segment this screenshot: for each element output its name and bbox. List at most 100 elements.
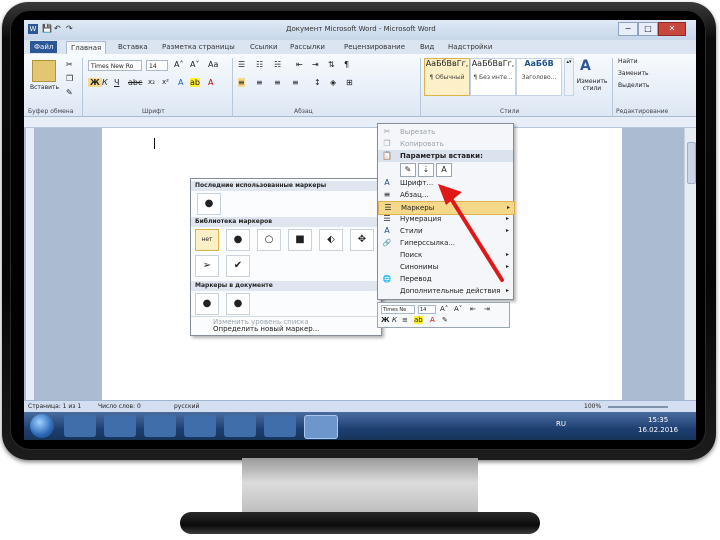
close-button[interactable]: ✕ [658,22,686,36]
undo-icon[interactable]: ↶ [54,24,61,33]
copy-icon[interactable]: ❐ [66,74,73,83]
strikethrough-icon[interactable]: abc [128,78,142,87]
find-button[interactable]: Найти [618,58,637,65]
multilevel-list-icon[interactable]: ☵ [274,60,281,69]
tab-references[interactable]: Ссылки [246,41,282,53]
bold-icon[interactable]: Ж [88,78,102,87]
mini-indent-icon[interactable]: ⇤ [470,305,476,313]
clock-time[interactable]: 15:35 [648,416,668,424]
decrease-indent-icon[interactable]: ⇤ [296,60,303,69]
tab-mailings[interactable]: Рассылки [286,41,329,53]
format-painter-icon[interactable]: ✎ [66,88,73,97]
menu-item-more-actions[interactable]: Дополнительные действия ▸ [378,285,513,297]
zoom-level[interactable]: 100% [584,403,601,410]
increase-indent-icon[interactable]: ⇥ [312,60,319,69]
justify-icon[interactable]: ≡ [292,78,299,87]
minimize-button[interactable]: − [618,22,638,36]
italic-icon[interactable]: К [102,78,108,87]
keyboard-language[interactable]: RU [556,420,566,428]
mini-bold-icon[interactable]: Ж [381,316,390,324]
change-styles-icon[interactable]: A [580,58,591,74]
tab-file[interactable]: Файл [30,41,58,53]
styles-scroll-icon[interactable]: ▴▾ [564,58,574,96]
align-right-icon[interactable]: ≡ [274,78,281,87]
taskbar-ie-icon[interactable] [64,415,96,437]
paste-button-label[interactable]: Вставить [30,84,59,91]
tab-addins[interactable]: Надстройки [444,41,496,53]
font-size-select[interactable]: 14 [146,60,168,71]
grow-font-icon[interactable]: A˄ [174,60,183,69]
line-spacing-icon[interactable]: ↕ [314,78,321,87]
mini-align-center-icon[interactable]: ≡ [402,316,408,324]
menu-item-numbering[interactable]: ☰ Нумерация ▸ [378,213,513,225]
menu-item-search[interactable]: Поиск ▸ [378,249,513,261]
mini-grow-font-icon[interactable]: A˄ [440,305,448,313]
style-no-spacing[interactable]: АаБбВвГг, ¶ Без инте... [470,58,516,96]
bullet-option[interactable]: ➢ [195,255,219,277]
paste-merge-formatting-icon[interactable]: ⇣ [418,163,434,177]
bullet-option[interactable]: ● [226,229,250,251]
menu-item-hyperlink[interactable]: 🔗 Гиперссылка... [378,237,513,249]
bullet-option[interactable]: ● [195,293,219,315]
mini-shrink-font-icon[interactable]: A˅ [454,305,462,313]
bullet-option[interactable]: ✥ [350,229,374,251]
bullet-option[interactable]: ⬖ [319,229,343,251]
shading-icon[interactable]: ◈ [330,78,336,87]
taskbar-media-icon[interactable] [104,415,136,437]
taskbar-app-icon[interactable] [224,415,256,437]
align-left-icon[interactable]: ≡ [238,78,245,87]
redo-icon[interactable]: ↷ [66,24,73,33]
zoom-slider[interactable] [608,406,668,408]
align-center-icon[interactable]: ≡ [256,78,263,87]
change-styles-button[interactable]: Изменить стили [574,78,610,92]
replace-button[interactable]: Заменить [618,70,649,77]
font-name-select[interactable]: Times New Ro [88,60,142,71]
clock-date[interactable]: 16.02.2016 [638,426,678,434]
numbered-list-icon[interactable]: ☷ [256,60,263,69]
language-indicator[interactable]: русский [174,403,199,410]
change-case-icon[interactable]: Aa [208,60,218,69]
taskbar-word-icon[interactable] [304,415,338,439]
style-heading[interactable]: АаБбВ Заголово... [516,58,562,96]
define-new-bullet-item[interactable]: Определить новый маркер... [191,324,381,335]
subscript-icon[interactable]: x₂ [148,78,155,86]
paste-icon[interactable] [32,60,56,82]
menu-item-translate[interactable]: 🌐 Перевод [378,273,513,285]
tab-page-layout[interactable]: Разметка страницы [158,41,239,53]
mini-font-size-select[interactable]: 14 [418,305,436,314]
mini-highlight-icon[interactable]: ab [414,316,423,324]
menu-item-synonyms[interactable]: Синонимы ▸ [378,261,513,273]
scrollbar-thumb[interactable] [687,142,696,184]
vertical-ruler[interactable] [26,128,34,410]
bullet-option[interactable]: ● [197,193,221,215]
page-count[interactable]: Страница: 1 из 1 [28,403,81,410]
tab-review[interactable]: Рецензирование [340,41,409,53]
paste-keep-formatting-icon[interactable]: ✎ [400,163,416,177]
bullet-option[interactable]: ■ [288,229,312,251]
tab-view[interactable]: Вид [416,41,438,53]
menu-item-copy[interactable]: ❐ Копировать [378,138,513,150]
horizontal-ruler[interactable] [24,117,696,128]
font-color-icon[interactable]: A [208,78,213,87]
mini-font-name-select[interactable]: Times Ne [381,305,415,314]
menu-item-cut[interactable]: ✂ Вырезать [378,126,513,138]
borders-icon[interactable]: ⊞ [346,78,353,87]
mini-outdent-icon[interactable]: ⇥ [484,305,490,313]
mini-format-painter-icon[interactable]: ✎ [442,316,448,324]
text-effects-icon[interactable]: A [178,78,183,87]
bullet-list-icon[interactable]: ☰ [238,60,245,69]
mini-font-color-icon[interactable]: A [430,316,435,324]
taskbar-folder-icon[interactable] [184,415,216,437]
taskbar-opera-icon[interactable] [264,415,296,437]
bullet-option-none[interactable]: нет [195,229,219,251]
menu-item-styles[interactable]: A Стили ▸ [378,225,513,237]
style-normal[interactable]: АаБбВвГг, ¶ Обычный [424,58,470,96]
menu-item-paragraph[interactable]: ≡ Абзац... [378,189,513,201]
bullet-option[interactable]: ○ [257,229,281,251]
bullet-option[interactable]: ✔ [226,255,250,277]
save-icon[interactable]: 💾 [42,24,52,33]
start-button[interactable] [30,414,54,438]
word-count[interactable]: Число слов: 0 [98,403,141,410]
maximize-button[interactable]: □ [638,22,658,36]
shrink-font-icon[interactable]: A˅ [190,60,199,69]
